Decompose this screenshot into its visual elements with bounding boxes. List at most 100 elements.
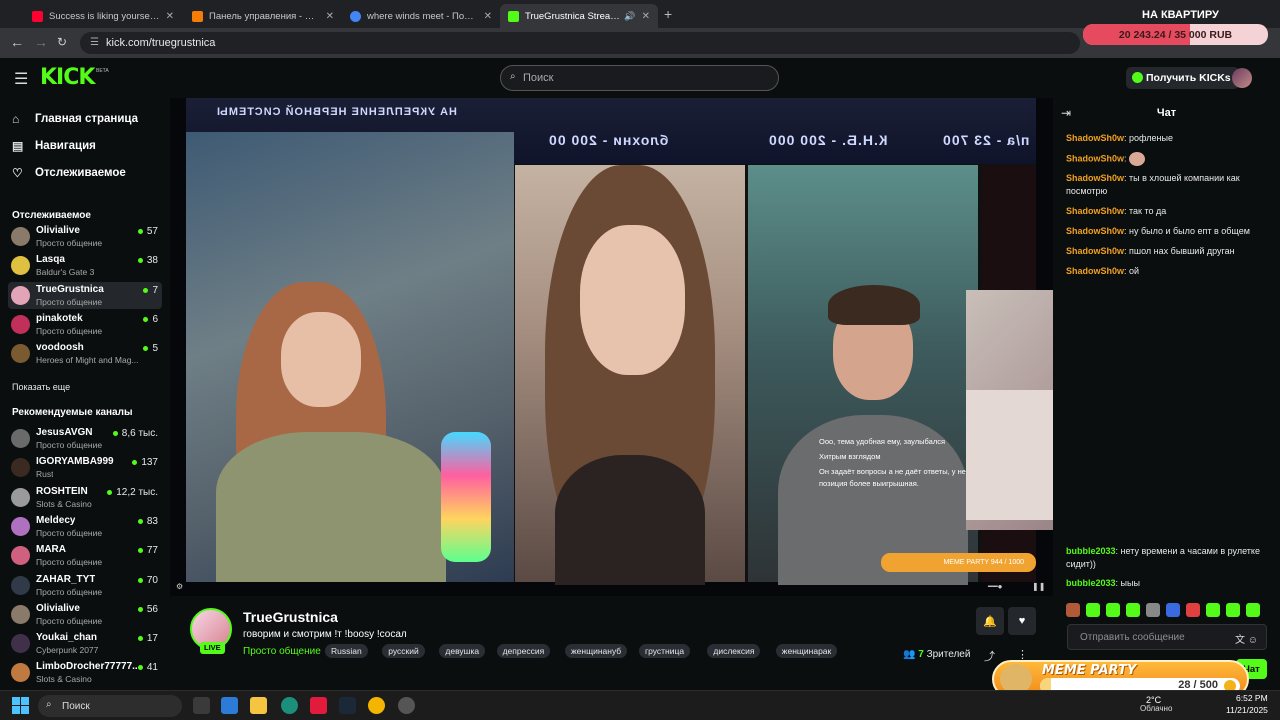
emote-icon[interactable]	[1066, 603, 1080, 617]
sidebar-channel[interactable]: JesusAVGN Просто общение 8,6 тыс.	[8, 425, 162, 452]
viewer-count: 56	[137, 604, 158, 615]
sidebar-channel[interactable]: Olivialive Просто общение 56	[8, 601, 162, 628]
browser-tab-google[interactable]: where winds meet - Поиск в Go ✕	[342, 4, 500, 28]
sidebar-channel[interactable]: voodoosh Heroes of Might and Mag... 5	[8, 340, 162, 367]
video-controls[interactable]: ⚙ ━━● ❚❚	[170, 580, 1053, 596]
sidebar-channel[interactable]: Meldecy Просто общение 83	[8, 513, 162, 540]
reload-icon[interactable]: ↻	[57, 35, 67, 49]
emote-icon[interactable]	[1166, 603, 1180, 617]
emote-icon[interactable]	[1126, 603, 1140, 617]
sidebar-nav-home[interactable]: ⌂ Главная страница	[12, 112, 138, 126]
follow-button[interactable]: ♥	[1008, 607, 1036, 635]
taskbar-search[interactable]: ⌕ Поиск	[38, 695, 182, 717]
user-avatar[interactable]	[1232, 68, 1252, 88]
chat-username[interactable]: ShadowSh0w	[1066, 173, 1124, 183]
channel-name[interactable]: TrueGrustnica	[243, 609, 338, 625]
menu-icon[interactable]: ☰	[14, 69, 28, 89]
emote-icon[interactable]	[1086, 603, 1100, 617]
sidebar-channel[interactable]: MARA Просто общение 77	[8, 542, 162, 569]
notification-bell-button[interactable]: 🔔	[976, 607, 1004, 635]
stream-tag[interactable]: девушка	[439, 644, 486, 658]
store-icon[interactable]	[221, 697, 238, 714]
channel-avatar	[11, 487, 30, 507]
live-dot-icon	[137, 518, 143, 524]
close-icon[interactable]: ✕	[642, 11, 650, 22]
sidebar-channel[interactable]: Lasqa Baldur's Gate 3 38	[8, 252, 162, 279]
sidebar-nav-browse[interactable]: ▤ Навигация	[12, 139, 96, 153]
clock-date[interactable]: 11/21/2025	[1226, 705, 1268, 715]
stream-tag[interactable]: дислексия	[707, 644, 761, 658]
windows-start-icon[interactable]	[12, 697, 29, 714]
clock-time[interactable]: 6:52 PM	[1236, 693, 1268, 703]
chat-username[interactable]: bubble2033	[1066, 546, 1116, 556]
new-tab-button[interactable]: +	[664, 6, 672, 22]
back-icon[interactable]: ←	[10, 34, 24, 50]
chat-message-input[interactable]: Отправить сообщение 文 ☺	[1067, 624, 1267, 650]
chat-username[interactable]: ShadowSh0w	[1066, 226, 1124, 236]
chat-username[interactable]: ShadowSh0w	[1066, 246, 1124, 256]
edge-icon[interactable]	[281, 697, 298, 714]
site-info-icon[interactable]: ☰	[90, 37, 99, 48]
stream-category[interactable]: Просто общение	[243, 646, 321, 657]
emote-icon[interactable]	[1146, 603, 1160, 617]
task-view-icon[interactable]	[193, 697, 210, 714]
chat-username[interactable]: bubble2033	[1066, 578, 1116, 588]
share-icon[interactable]: ⤴	[984, 648, 995, 664]
stream-tag[interactable]: женщинарак	[775, 644, 838, 658]
forward-icon[interactable]: →	[34, 34, 48, 50]
chat-message: ShadowSh0w: ты в хлошей компании как пос…	[1066, 173, 1240, 196]
sidebar-channel[interactable]: Youkai_chan Cyberpunk 2077 17	[8, 630, 162, 657]
get-kicks-button[interactable]: Получить KICKs	[1126, 67, 1239, 89]
chat-username[interactable]: ShadowSh0w	[1066, 153, 1124, 163]
browser-tab-donation[interactable]: Панель управления - Donation ✕	[184, 4, 342, 28]
stream-tag[interactable]: Russian	[325, 644, 368, 658]
sidebar-channel[interactable]: LimboDrocher77777... Slots & Casino 41	[8, 659, 162, 686]
stream-tag[interactable]: женщинануб	[565, 644, 628, 658]
close-icon[interactable]: ✕	[326, 11, 334, 22]
obs-icon[interactable]	[398, 697, 415, 714]
explorer-icon[interactable]	[250, 697, 267, 714]
emote-icon[interactable]	[1226, 603, 1240, 617]
sidebar-channel[interactable]: Olivialive Просто общение 57	[8, 223, 162, 250]
stream-tag[interactable]: депрессия	[496, 644, 551, 658]
pause-icon[interactable]: ❚❚	[1032, 582, 1045, 591]
url-field[interactable]: ☰ kick.com/truegrustnica	[80, 32, 1080, 54]
emoji-icon[interactable]: 文 ☺	[1235, 631, 1258, 646]
emote-icon[interactable]	[1246, 603, 1260, 617]
sidebar-channel[interactable]: pinakotek Просто общение 6	[8, 311, 162, 338]
video-player[interactable]: НА УКРЕПЛЕНИЕ НЕРВНОЙ СИСТЕМЫ блохни - 2…	[170, 98, 1053, 596]
video-panel-right	[748, 165, 978, 585]
steam-icon[interactable]	[339, 697, 356, 714]
speaker-icon[interactable]: 🔊	[624, 11, 635, 22]
kick-logo[interactable]: KICK	[40, 65, 95, 90]
stream-tag[interactable]: грустница	[639, 644, 691, 658]
chat-username[interactable]: ShadowSh0w	[1066, 133, 1124, 143]
viewer-count: 5	[143, 343, 158, 354]
search-input[interactable]: ⌕ Поиск	[500, 65, 779, 91]
viewer-count: 57	[137, 226, 158, 237]
viewer-number: 41	[146, 662, 158, 674]
opera-icon[interactable]	[310, 697, 327, 714]
emote-icon[interactable]	[1106, 603, 1120, 617]
settings-icon[interactable]: ⚙	[176, 582, 183, 591]
close-icon[interactable]: ✕	[166, 11, 174, 22]
sidebar-channel[interactable]: ZAHAR_TYT Просто общение 70	[8, 572, 162, 599]
live-dot-icon	[143, 287, 149, 293]
sidebar-channel[interactable]: IGORYAMBA999 Rust 137	[8, 454, 162, 481]
sidebar-channel[interactable]: ROSHTEIN Slots & Casino 12,2 тыс.	[8, 484, 162, 511]
show-more-link[interactable]: Показать еще	[12, 382, 70, 392]
chat-input-placeholder: Отправить сообщение	[1080, 631, 1185, 643]
chat-message: ShadowSh0w: ой	[1066, 266, 1140, 276]
sidebar-channel[interactable]: TrueGrustnica Просто общение 7	[8, 281, 162, 309]
close-icon[interactable]: ✕	[484, 11, 492, 22]
stream-tag[interactable]: русский	[382, 644, 425, 658]
chrome-icon[interactable]	[368, 697, 385, 714]
sidebar-nav-following[interactable]: ♡ Отслеживаемое	[12, 166, 126, 180]
emote-icon[interactable]	[1186, 603, 1200, 617]
volume-slider[interactable]: ━━●	[988, 582, 1002, 591]
chat-username[interactable]: ShadowSh0w	[1066, 206, 1124, 216]
browser-tab-kick[interactable]: TrueGrustnica Stream - Wa 🔊 ✕	[500, 4, 658, 28]
emote-icon[interactable]	[1206, 603, 1220, 617]
chat-username[interactable]: ShadowSh0w	[1066, 266, 1124, 276]
browser-tab-youtube[interactable]: Success is liking yourself, liking ✕	[24, 4, 182, 28]
